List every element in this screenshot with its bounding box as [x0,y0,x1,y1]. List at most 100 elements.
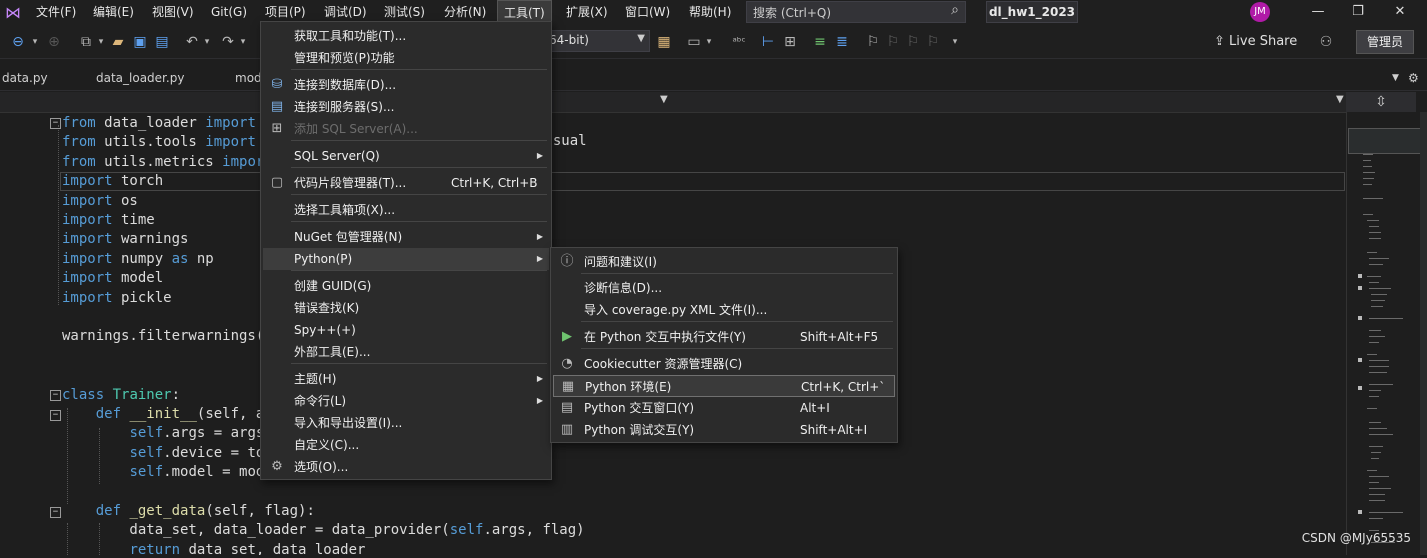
back-dropdown-icon[interactable]: ▾ [30,32,40,52]
layout-dropdown-icon[interactable]: ▾ [704,32,714,52]
maximize-icon[interactable]: ❐ [1338,0,1378,24]
package-icon[interactable]: ▦ [656,32,672,52]
vertical-scrollbar[interactable] [1420,112,1427,555]
fold-toggle-icon[interactable]: − [50,118,61,129]
forward-icon[interactable]: ⊕ [46,32,62,52]
share-icon: ⇪ [1214,34,1225,49]
member-dropdown-icon[interactable]: ▼ [1336,94,1344,105]
tools-menu-item-12[interactable]: Spy++(+) [263,319,549,341]
spellcheck-icon[interactable]: ᵃᵇᶜ [730,32,748,52]
split-editor-icon[interactable]: ⇳ [1346,92,1416,112]
tools-menu-item-17[interactable]: 自定义(C)... [263,434,549,456]
menu-item-9[interactable]: 扩展(X) [560,0,614,24]
scope-dropdown-icon[interactable]: ▼ [660,94,668,105]
python-menu-item-0[interactable]: ⓘ 问题和建议(I) [553,251,895,273]
tab-data-loader-py[interactable]: data_loader.py [96,68,184,88]
undo-icon[interactable]: ↶ [184,32,200,52]
platform-dropdown[interactable]: 64-bit) ▼ [544,30,650,52]
code-token: data_set, data_loader [180,542,366,555]
tab-data-py[interactable]: data.py [2,68,48,88]
tools-menu-item-7[interactable]: 选择工具箱项(X)... [263,199,549,221]
menu-item-label: 自定义(C)... [294,438,360,452]
code-token: self [129,445,164,461]
bookmark-icon[interactable]: ⚐ [866,32,880,52]
tools-menu-item-3[interactable]: ▤ 连接到服务器(S)... [263,96,549,118]
fold-toggle-icon[interactable]: − [50,390,61,401]
code-token: numpy [112,251,172,267]
new-item-dropdown-icon[interactable]: ▾ [96,32,106,52]
redo-dropdown-icon[interactable]: ▾ [238,32,248,52]
bookmark-next-icon[interactable]: ⚐ [906,32,920,52]
submenu-arrow-icon: ▶ [536,232,543,241]
step-icon[interactable]: ⊢ [760,32,776,52]
python-menu-item-1[interactable]: 诊断信息(D)... [553,277,895,299]
feedback-person-icon[interactable]: ⚇ [1318,32,1334,52]
tools-menu-item-15[interactable]: 命令行(L) ▶ [263,390,549,412]
code-line: self.model = mode [62,463,272,482]
python-menu-item-7[interactable]: ▥ Python 调试交互(Y) Shift+Alt+I [553,419,895,441]
tools-menu-item-1[interactable]: 管理和预览(P)功能 [263,47,549,69]
fold-toggle-icon[interactable]: − [50,410,61,421]
admin-badge[interactable]: 管理员 [1356,30,1414,54]
minimap-viewport[interactable] [1348,128,1422,154]
tools-menu-item-6[interactable]: ▢ 代码片段管理器(T)... Ctrl+K, Ctrl+B [263,172,549,194]
menu-item-11[interactable]: 帮助(H) [683,0,737,24]
avatar[interactable]: JM [1250,2,1270,22]
tab-model[interactable]: mod [235,68,262,88]
tools-menu-item-10[interactable]: 创建 GUID(G) [263,275,549,297]
menu-item-3[interactable]: Git(G) [205,0,253,24]
live-share-button[interactable]: ⇪ Live Share [1214,32,1297,52]
search-input[interactable]: 搜索 (Ctrl+Q) ⌕ [746,1,966,23]
back-icon[interactable]: ⊖ [10,32,26,52]
redo-icon[interactable]: ↷ [220,32,236,52]
minimize-icon[interactable]: — [1298,0,1338,24]
tools-menu-item-5[interactable]: SQL Server(Q) ▶ [263,145,549,167]
bookmark-clear-icon[interactable]: ⚐ [926,32,940,52]
code-token: import [62,251,113,267]
menu-item-10[interactable]: 窗口(W) [619,0,676,24]
tab-list-dropdown-icon[interactable]: ▼ [1392,68,1399,88]
new-item-icon[interactable]: ⧉ [78,32,94,52]
code-line: from utils.metrics import [62,153,273,172]
minimap[interactable] [1346,112,1421,555]
python-menu-item-3[interactable]: ▶ 在 Python 交互中执行文件(Y) Shift+Alt+F5 [553,326,895,348]
tools-menu-item-9[interactable]: Python(P) ▶ [263,248,549,270]
save-all-icon[interactable]: ▤ [154,32,170,52]
menu-item-label: 连接到服务器(S)... [294,100,395,114]
layout-icon[interactable]: ▭ [686,32,702,52]
python-menu-item-2[interactable]: 导入 coverage.py XML 文件(I)... [553,299,895,321]
comment-icon[interactable]: ≡ [812,32,828,52]
visual-studio-logo-icon[interactable]: ⋈ [4,4,22,22]
tools-menu-item-18[interactable]: ⚙ 选项(O)... [263,456,549,478]
undo-dropdown-icon[interactable]: ▾ [202,32,212,52]
tools-menu-item-14[interactable]: 主题(H) ▶ [263,368,549,390]
python-menu-item-6[interactable]: ▤ Python 交互窗口(Y) Alt+I [553,397,895,419]
menu-item-shortcut: Ctrl+K, Ctrl+` [801,380,886,394]
code-token: import [62,270,113,286]
tools-menu-item-2[interactable]: ⛁ 连接到数据库(D)... [263,74,549,96]
python-menu-item-4[interactable]: ◔ Cookiecutter 资源管理器(C) [553,353,895,375]
menu-item-1[interactable]: 编辑(E) [87,0,140,24]
tools-menu-item-16[interactable]: 导入和导出设置(I)... [263,412,549,434]
python-menu-item-5[interactable]: ▦ Python 环境(E) Ctrl+K, Ctrl+` [553,375,895,397]
menu-item-2[interactable]: 视图(V) [146,0,200,24]
tools-menu-item-0[interactable]: 获取工具和功能(T)... [263,25,549,47]
bookmark-prev-icon[interactable]: ⚐ [886,32,900,52]
tools-menu-item-8[interactable]: NuGet 包管理器(N) ▶ [263,226,549,248]
close-icon[interactable]: ✕ [1380,0,1420,24]
toolbar-overflow-icon[interactable]: ▾ [950,32,960,52]
menu-item-label: 主题(H) [294,372,337,386]
save-icon[interactable]: ▣ [132,32,148,52]
tools-menu-item-13[interactable]: 外部工具(E)... [263,341,549,363]
solution-name[interactable]: dl_hw1_2023 [986,1,1078,23]
tools-menu-item-11[interactable]: 错误查找(K) [263,297,549,319]
menu-item-label: 错误查找(K) [294,301,360,315]
settings-gear-icon[interactable]: ⚙ [1408,68,1419,88]
format-icon[interactable]: ⊞ [782,32,798,52]
menu-item-0[interactable]: 文件(F) [30,0,82,24]
fold-toggle-icon[interactable]: − [50,507,61,518]
menu-item-shortcut: Shift+Alt+F5 [800,330,879,344]
open-folder-icon[interactable]: ▰ [110,32,126,52]
environment-icon: ▦ [561,379,575,394]
uncomment-icon[interactable]: ≣ [834,32,850,52]
